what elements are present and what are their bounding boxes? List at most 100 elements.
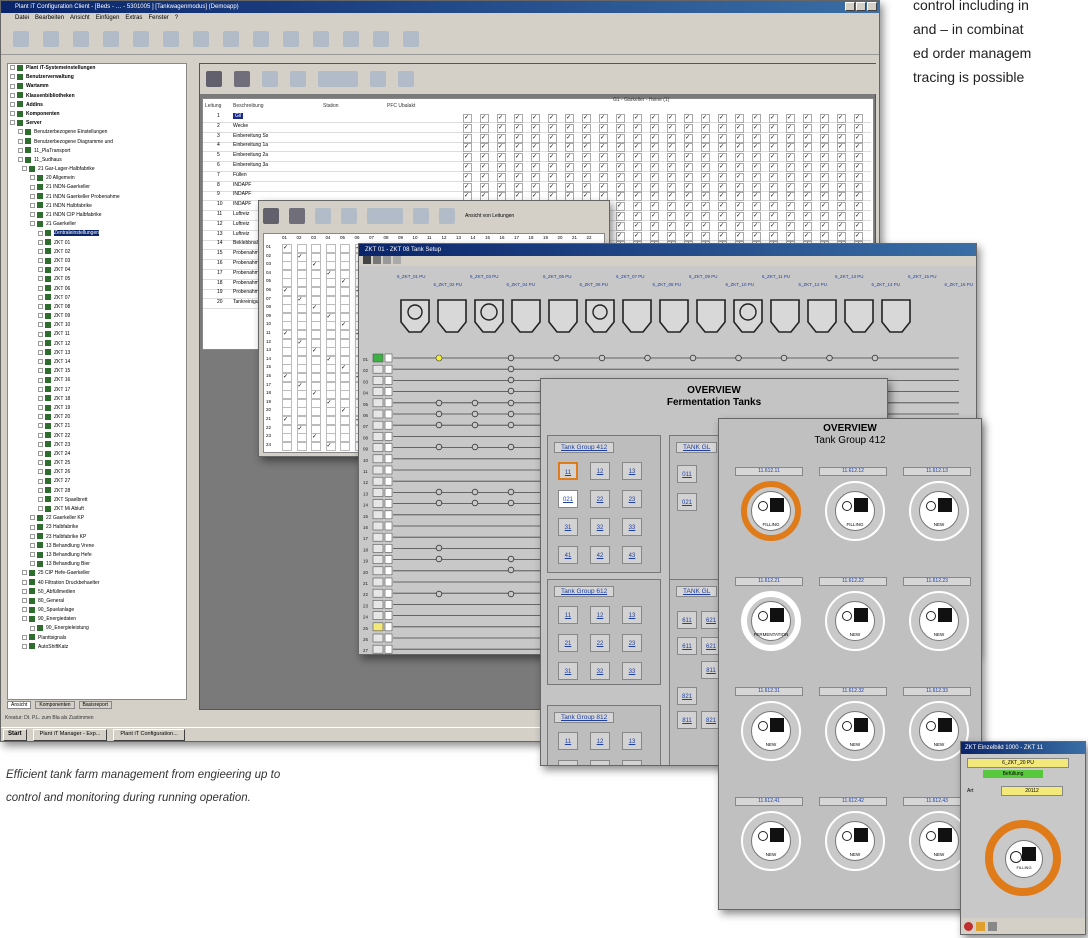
check-cell[interactable]: ✓ [667,163,676,172]
check-cell[interactable]: ✓ [667,212,676,221]
tree-item[interactable]: ZKT 25 [8,459,186,468]
check-cell[interactable]: ✓ [684,172,693,182]
check-cell[interactable]: ✓ [701,231,710,241]
tree-item[interactable]: 50_Abfüllmedien [8,588,186,597]
tree-item[interactable]: ZKT 21 [8,422,186,431]
check-cell[interactable]: ✓ [463,153,472,163]
check-cell[interactable]: ✓ [684,231,693,241]
check-cell[interactable]: ✓ [582,163,591,172]
navigation-tree[interactable]: Plant iT-Systemeinstellungen Benutzerverw… [7,63,187,700]
tank-card[interactable]: 11.612.23 NEW [899,577,973,667]
check-cell[interactable]: ✓ [752,172,761,182]
tank-button[interactable]: 23 [622,760,642,765]
check-cell[interactable]: ✓ [820,212,829,221]
check-cell[interactable]: ✓ [701,114,710,123]
check-cell[interactable]: ✓ [854,133,863,143]
tank-button[interactable]: 23 [622,634,642,652]
expand-icon[interactable] [30,542,35,548]
taskbar-item-manager[interactable]: Plant iT Manager - Exp... [32,729,108,741]
check-cell[interactable]: ✓ [616,221,625,231]
check-cell[interactable]: ✓ [735,212,744,221]
expand-icon[interactable] [38,386,43,392]
expand-icon[interactable] [38,506,43,512]
tree-item[interactable]: ZKT 15 [8,367,186,376]
check-cell[interactable]: ✓ [650,114,659,123]
tree-item[interactable]: ZKT 28 [8,487,186,496]
expand-icon[interactable] [22,579,27,585]
check-cell[interactable]: ✓ [786,202,795,212]
check-cell[interactable]: ✓ [480,163,489,172]
tree-item[interactable]: Komponenten [8,110,186,119]
tree-item[interactable]: ZKT 27 [8,477,186,486]
tree-item[interactable]: 21 INDN CIP Halbfabrike [8,211,186,220]
tree-item[interactable]: ZKT 04 [8,266,186,275]
expand-icon[interactable] [38,349,43,355]
tank-button[interactable]: 811 [677,711,697,729]
check-cell[interactable]: ✓ [480,182,489,192]
check-cell[interactable]: ✓ [718,123,727,133]
tree-item[interactable]: ZKT 16 [8,376,186,385]
check-cell[interactable]: ✓ [769,231,778,241]
check-cell[interactable]: ✓ [548,133,557,143]
check-cell[interactable]: ✓ [463,123,472,133]
expand-icon[interactable] [10,65,15,71]
expand-icon[interactable] [38,340,43,346]
check-cell[interactable]: ✓ [701,143,710,153]
alarm-icon[interactable] [964,921,973,931]
expand-icon[interactable] [38,405,43,411]
check-cell[interactable]: ✓ [854,221,863,231]
check-cell[interactable]: ✓ [820,182,829,192]
tank-card[interactable]: 11.612.22 NEW [815,577,889,667]
expand-icon[interactable] [22,643,27,649]
check-cell[interactable]: ✓ [803,202,812,212]
tree-item[interactable]: Planttsignals [8,634,186,643]
check-cell[interactable]: ✓ [633,172,642,182]
check-cell[interactable]: ✓ [837,231,846,241]
check-cell[interactable]: ✓ [769,202,778,212]
check-cell[interactable]: ✓ [837,163,846,172]
table-row[interactable]: 2 Wecke ✓ ✓ ✓ ✓ ✓ ✓ ✓ ✓ ✓ ✓ ✓ ✓ ✓ ✓ ✓ ✓ ✓ ✓ ✓ ✓ ✓ ✓ ✓ ✓ [203,123,871,133]
tree-item[interactable]: ZKT 07 [8,294,186,303]
check-cell[interactable]: ✓ [735,163,744,172]
check-cell[interactable]: ✓ [820,133,829,143]
filter-icon[interactable] [373,31,389,47]
check-cell[interactable]: ✓ [718,114,727,123]
check-cell[interactable]: ✓ [820,143,829,153]
expand-icon[interactable] [30,515,35,521]
check-cell[interactable]: ✓ [854,212,863,221]
check-cell[interactable]: ✓ [820,163,829,172]
tree-item[interactable]: ZKT 24 [8,450,186,459]
check-cell[interactable]: ✓ [752,123,761,133]
menu-help[interactable]: ? [175,13,178,24]
expand-icon[interactable] [18,157,23,163]
check-cell[interactable]: ✓ [803,182,812,192]
tank-button[interactable]: 12 [590,462,610,480]
check-cell[interactable]: ✓ [803,123,812,133]
check-cell[interactable]: ✓ [565,133,574,143]
check-cell[interactable]: ✓ [769,114,778,123]
expand-icon[interactable] [10,111,15,117]
zoom-icon[interactable] [439,208,455,224]
check-cell[interactable]: ✓ [565,114,574,123]
check-cell[interactable]: ✓ [854,143,863,153]
check-cell[interactable]: ✓ [769,123,778,133]
expand-icon[interactable] [38,423,43,429]
check-cell[interactable]: ✓ [684,153,693,163]
tree-item[interactable]: 90_Energiedaten [8,615,186,624]
table-row[interactable]: 3 Einbereitung Ss ✓ ✓ ✓ ✓ ✓ ✓ ✓ ✓ ✓ ✓ ✓ ✓ ✓ ✓ ✓ ✓ ✓ ✓ ✓ ✓ ✓ ✓ ✓ ✓ [203,133,871,143]
list-icon[interactable] [988,921,997,931]
check-cell[interactable]: ✓ [837,143,846,153]
check-cell[interactable]: ✓ [667,114,676,123]
check-cell[interactable]: ✓ [582,182,591,192]
check-cell[interactable]: ✓ [497,163,506,172]
tank-button[interactable]: 33 [622,662,642,680]
check-cell[interactable]: ✓ [633,212,642,221]
expand-icon[interactable] [30,202,35,208]
expand-icon[interactable] [38,359,43,365]
check-cell[interactable]: ✓ [497,133,506,143]
check-cell[interactable]: ✓ [769,133,778,143]
check-cell[interactable]: ✓ [803,231,812,241]
check-cell[interactable]: ✓ [633,133,642,143]
expand-icon[interactable] [38,258,43,264]
tree-item[interactable]: AutoShiftKatz [8,643,186,652]
